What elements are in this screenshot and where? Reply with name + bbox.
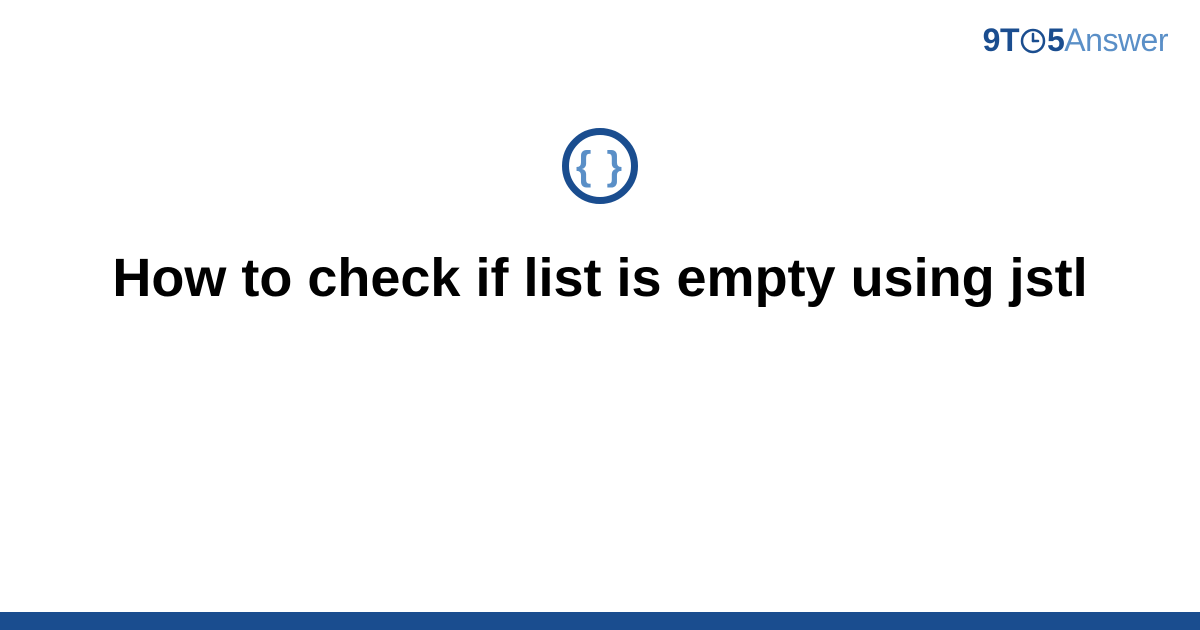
footer-accent-bar <box>0 612 1200 630</box>
clock-icon <box>1020 28 1046 54</box>
category-icon-circle: { } <box>562 128 638 204</box>
main-content: { } How to check if list is empty using … <box>0 128 1200 311</box>
code-braces-icon: { } <box>576 144 624 189</box>
logo-text-9t: 9T <box>983 22 1019 59</box>
site-logo: 9T 5 Answer <box>983 22 1168 59</box>
logo-text-5: 5 <box>1047 22 1064 59</box>
logo-text-answer: Answer <box>1064 22 1168 59</box>
page-title: How to check if list is empty using jstl <box>112 246 1087 311</box>
